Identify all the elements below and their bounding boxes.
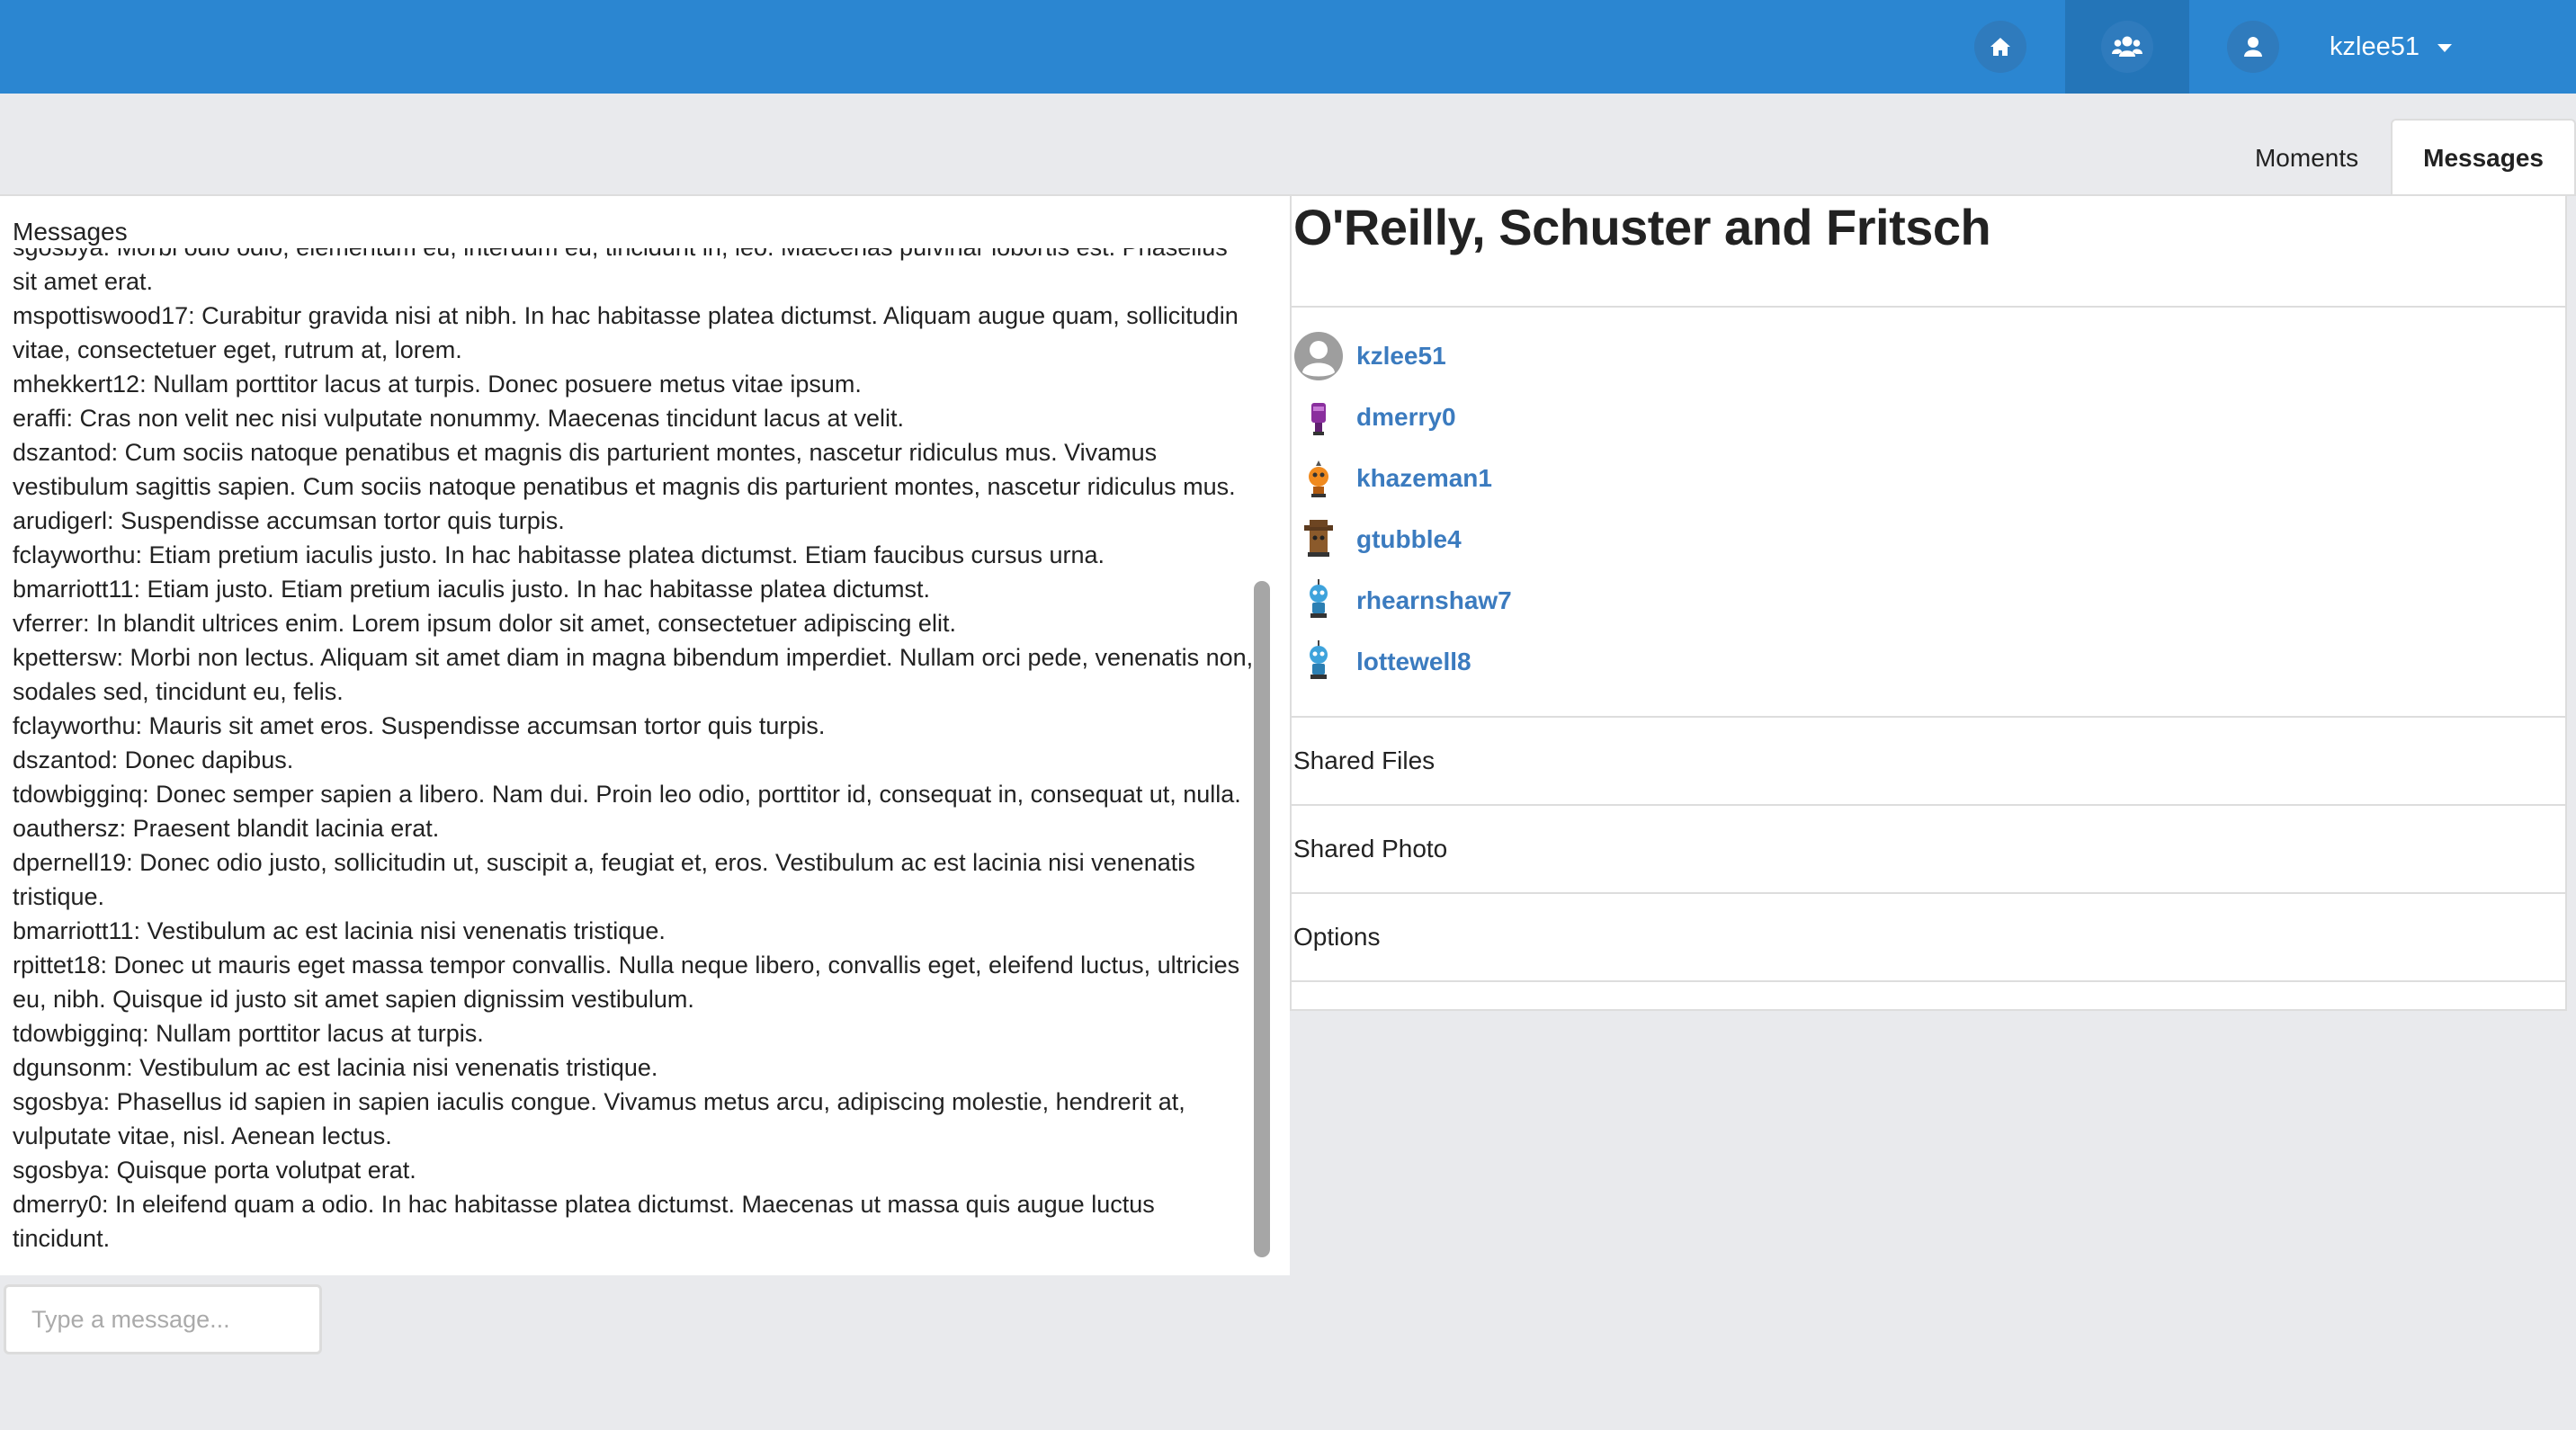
message-input[interactable] (4, 1284, 322, 1354)
divider (1292, 306, 2565, 308)
message-item: dgunsonm: Vestibulum ac est lacinia nisi… (13, 1054, 658, 1081)
message-item: fclayworthu: Mauris sit amet eros. Suspe… (13, 712, 826, 739)
message-item: sgosbya: Phasellus id sapien in sapien i… (13, 1088, 1185, 1149)
profile-button[interactable] (2191, 0, 2315, 94)
messages-panel-title: Messages (13, 218, 128, 246)
member-item[interactable]: rhearnshaw7 (1293, 574, 1512, 628)
message-item: dpernell19: Donec odio justo, sollicitud… (13, 849, 1195, 910)
group-info-panel: O'Reilly, Schuster and Fritsch kzlee51 dm… (1290, 196, 2567, 1011)
message-item: arudigerl: Suspendisse accumsan tortor q… (13, 507, 565, 534)
top-navbar: kzlee51 (0, 0, 2576, 94)
member-item[interactable]: lottewell8 (1293, 635, 1471, 689)
group-icon (2112, 36, 2142, 57)
tab-moments[interactable]: Moments (2223, 119, 2391, 196)
message-item: rpittet18: Donec ut mauris eget massa te… (13, 952, 1240, 1013)
divider (1292, 716, 2565, 718)
orange-robot-avatar-icon (1293, 453, 1344, 504)
message-item: vferrer: In blandit ultrices enim. Lorem… (13, 610, 956, 637)
blue-robot-avatar-icon (1293, 576, 1344, 626)
home-button[interactable] (1938, 0, 2062, 94)
user-icon (2244, 37, 2262, 57)
message-item: fclayworthu: Etiam pretium iaculis justo… (13, 541, 1105, 568)
message-item: sgosbya: Morbi odio odio, elementum eu, … (13, 248, 1228, 295)
member-name-link[interactable]: kzlee51 (1356, 342, 1446, 371)
messages-scroll-area[interactable]: sgosbya: Morbi odio odio, elementum eu, … (0, 248, 1272, 1275)
home-icon (1990, 38, 2010, 56)
shared-photo-section[interactable]: Shared Photo (1293, 835, 1447, 863)
divider (1292, 804, 2565, 806)
default-avatar-icon (1293, 331, 1344, 381)
tab-messages[interactable]: Messages (2391, 119, 2576, 196)
member-item[interactable]: kzlee51 (1293, 329, 1446, 383)
message-item: mspottiswood17: Curabitur gravida nisi a… (13, 302, 1239, 363)
groups-button[interactable] (2065, 0, 2189, 94)
message-item: tdowbigginq: Nullam porttitor lacus at t… (13, 1020, 484, 1047)
message-item: bmarriott11: Vestibulum ac est lacinia n… (13, 917, 666, 944)
purple-robot-avatar-icon (1293, 392, 1344, 442)
message-item: sgosbya: Quisque porta volutpat erat. (13, 1157, 416, 1184)
messages-scrollbar[interactable] (1254, 581, 1270, 1257)
group-title: O'Reilly, Schuster and Fritsch (1293, 199, 1991, 255)
shared-files-section[interactable]: Shared Files (1293, 746, 1435, 775)
message-item: oauthersz: Praesent blandit lacinia erat… (13, 815, 440, 842)
brown-robot-avatar-icon (1293, 514, 1344, 565)
message-item: dszantod: Cum sociis natoque penatibus e… (13, 439, 1236, 500)
member-name-link[interactable]: lottewell8 (1356, 648, 1471, 676)
view-tabs: Moments Messages (2223, 119, 2576, 196)
message-item: bmarriott11: Etiam justo. Etiam pretium … (13, 576, 930, 603)
message-list: sgosbya: Morbi odio odio, elementum eu, … (13, 248, 1254, 1256)
message-item: tdowbigginq: Donec semper sapien a liber… (13, 781, 1241, 808)
blue-robot-avatar-icon (1293, 637, 1344, 687)
member-item[interactable]: gtubble4 (1293, 513, 1462, 567)
divider (1292, 980, 2565, 982)
user-menu-dropdown[interactable]: kzlee51 (2330, 0, 2576, 94)
member-name-link[interactable]: gtubble4 (1356, 525, 1462, 554)
options-section[interactable]: Options (1293, 923, 1381, 952)
message-item: dszantod: Donec dapibus. (13, 746, 294, 773)
chevron-down-icon (2437, 43, 2452, 52)
user-menu-name: kzlee51 (2330, 31, 2419, 61)
member-item[interactable]: dmerry0 (1293, 390, 1456, 444)
member-name-link[interactable]: dmerry0 (1356, 403, 1456, 432)
member-item[interactable]: khazeman1 (1293, 451, 1492, 505)
messages-panel: sgosbya: Morbi odio odio, elementum eu, … (0, 196, 1290, 1275)
message-item: kpettersw: Morbi non lectus. Aliquam sit… (13, 644, 1254, 705)
member-name-link[interactable]: rhearnshaw7 (1356, 586, 1512, 615)
message-item: dmerry0: In eleifend quam a odio. In hac… (13, 1191, 1155, 1252)
message-item: eraffi: Cras non velit nec nisi vulputat… (13, 405, 904, 432)
divider (1292, 892, 2565, 894)
message-item: mhekkert12: Nullam porttitor lacus at tu… (13, 371, 862, 398)
member-name-link[interactable]: khazeman1 (1356, 464, 1492, 493)
